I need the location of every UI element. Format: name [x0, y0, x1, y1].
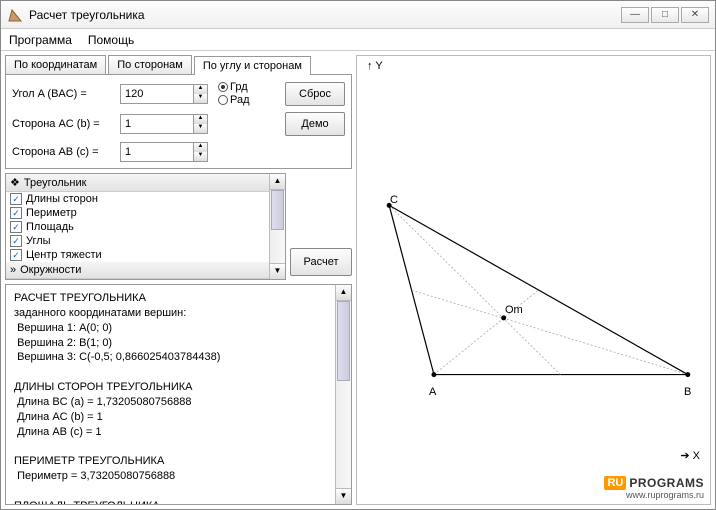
- radio-rad[interactable]: Рад: [218, 94, 250, 106]
- input-tabs: По координатам По сторонам По углу и сто…: [5, 55, 352, 75]
- scroll-down-icon[interactable]: ▼: [336, 488, 351, 504]
- ab-label: Сторона AB (c) =: [12, 146, 114, 158]
- opt-group-triangle[interactable]: ❖Треугольник: [6, 174, 269, 192]
- scroll-up-icon[interactable]: ▲: [336, 285, 351, 301]
- close-button[interactable]: ✕: [681, 7, 709, 23]
- ab-up[interactable]: ▲: [193, 143, 207, 152]
- y-axis-label: ↑ Y: [367, 60, 383, 72]
- scroll-thumb[interactable]: [337, 301, 350, 381]
- canvas-panel: ↑ Y ➔ X A B C Om RUPROGRAMS www.ruprogra…: [356, 55, 711, 505]
- check-icon: ✓: [10, 221, 22, 233]
- angle-input[interactable]: [121, 85, 193, 103]
- expand-icon: ❖: [10, 176, 20, 189]
- ac-up[interactable]: ▲: [193, 115, 207, 124]
- options-panel: ❖Треугольник ✓Длины сторон ✓Периметр ✓Пл…: [5, 173, 286, 280]
- tab-sides[interactable]: По сторонам: [108, 55, 192, 74]
- scroll-up-icon[interactable]: ▲: [270, 174, 285, 190]
- watermark: RUPROGRAMS www.ruprograms.ru: [604, 476, 704, 500]
- calculate-button[interactable]: Расчет: [290, 248, 352, 276]
- opt-group-circles[interactable]: »Окружности: [6, 262, 269, 279]
- tab-angle-sides[interactable]: По углу и сторонам: [194, 56, 311, 75]
- output-scrollbar[interactable]: ▲ ▼: [335, 285, 351, 504]
- check-icon: ✓: [10, 235, 22, 247]
- tab-coords[interactable]: По координатам: [5, 55, 106, 74]
- maximize-button[interactable]: □: [651, 7, 679, 23]
- ac-down[interactable]: ▼: [193, 124, 207, 133]
- opt-centroid[interactable]: ✓Центр тяжести: [6, 248, 269, 262]
- angle-down[interactable]: ▼: [193, 94, 207, 103]
- scroll-thumb[interactable]: [271, 190, 284, 230]
- angle-input-wrap: ▲▼: [120, 84, 208, 104]
- triangle-diagram: [357, 56, 710, 504]
- options-scrollbar[interactable]: ▲ ▼: [269, 174, 285, 279]
- opt-area[interactable]: ✓Площадь: [6, 220, 269, 234]
- ac-input[interactable]: [121, 115, 193, 133]
- opt-lengths[interactable]: ✓Длины сторон: [6, 192, 269, 206]
- opt-perimeter[interactable]: ✓Периметр: [6, 206, 269, 220]
- check-icon: ✓: [10, 207, 22, 219]
- minimize-button[interactable]: —: [621, 7, 649, 23]
- scroll-down-icon[interactable]: ▼: [270, 263, 285, 279]
- centroid-label: Om: [505, 304, 523, 316]
- ab-input[interactable]: [121, 143, 193, 161]
- expand-icon: »: [10, 264, 16, 276]
- angle-label: Угол A (BAC) =: [12, 88, 114, 100]
- vertex-b-label: B: [684, 386, 691, 398]
- angle-up[interactable]: ▲: [193, 85, 207, 94]
- check-icon: ✓: [10, 249, 22, 261]
- window-title: Расчет треугольника: [29, 8, 145, 22]
- vertex-c-label: C: [390, 194, 398, 206]
- output-text: РАСЧЕТ ТРЕУГОЛЬНИКА заданного координата…: [6, 285, 335, 504]
- menu-program[interactable]: Программа: [9, 33, 72, 47]
- reset-button[interactable]: Сброс: [285, 82, 345, 106]
- x-axis-label: ➔ X: [680, 449, 700, 462]
- titlebar: Расчет треугольника — □ ✕: [1, 1, 715, 29]
- ac-label: Сторона AC (b) =: [12, 118, 114, 130]
- ab-down[interactable]: ▼: [193, 152, 207, 161]
- menubar: Программа Помощь: [1, 29, 715, 51]
- tab-body: Угол A (BAC) = ▲▼ Грд Рад Сброс Сторона …: [5, 75, 352, 169]
- app-icon: [7, 7, 23, 23]
- check-icon: ✓: [10, 193, 22, 205]
- output-panel: РАСЧЕТ ТРЕУГОЛЬНИКА заданного координата…: [5, 284, 352, 505]
- radio-deg[interactable]: Грд: [218, 81, 250, 93]
- vertex-a-label: A: [429, 386, 436, 398]
- demo-button[interactable]: Демо: [285, 112, 345, 136]
- menu-help[interactable]: Помощь: [88, 33, 134, 47]
- opt-angles[interactable]: ✓Углы: [6, 234, 269, 248]
